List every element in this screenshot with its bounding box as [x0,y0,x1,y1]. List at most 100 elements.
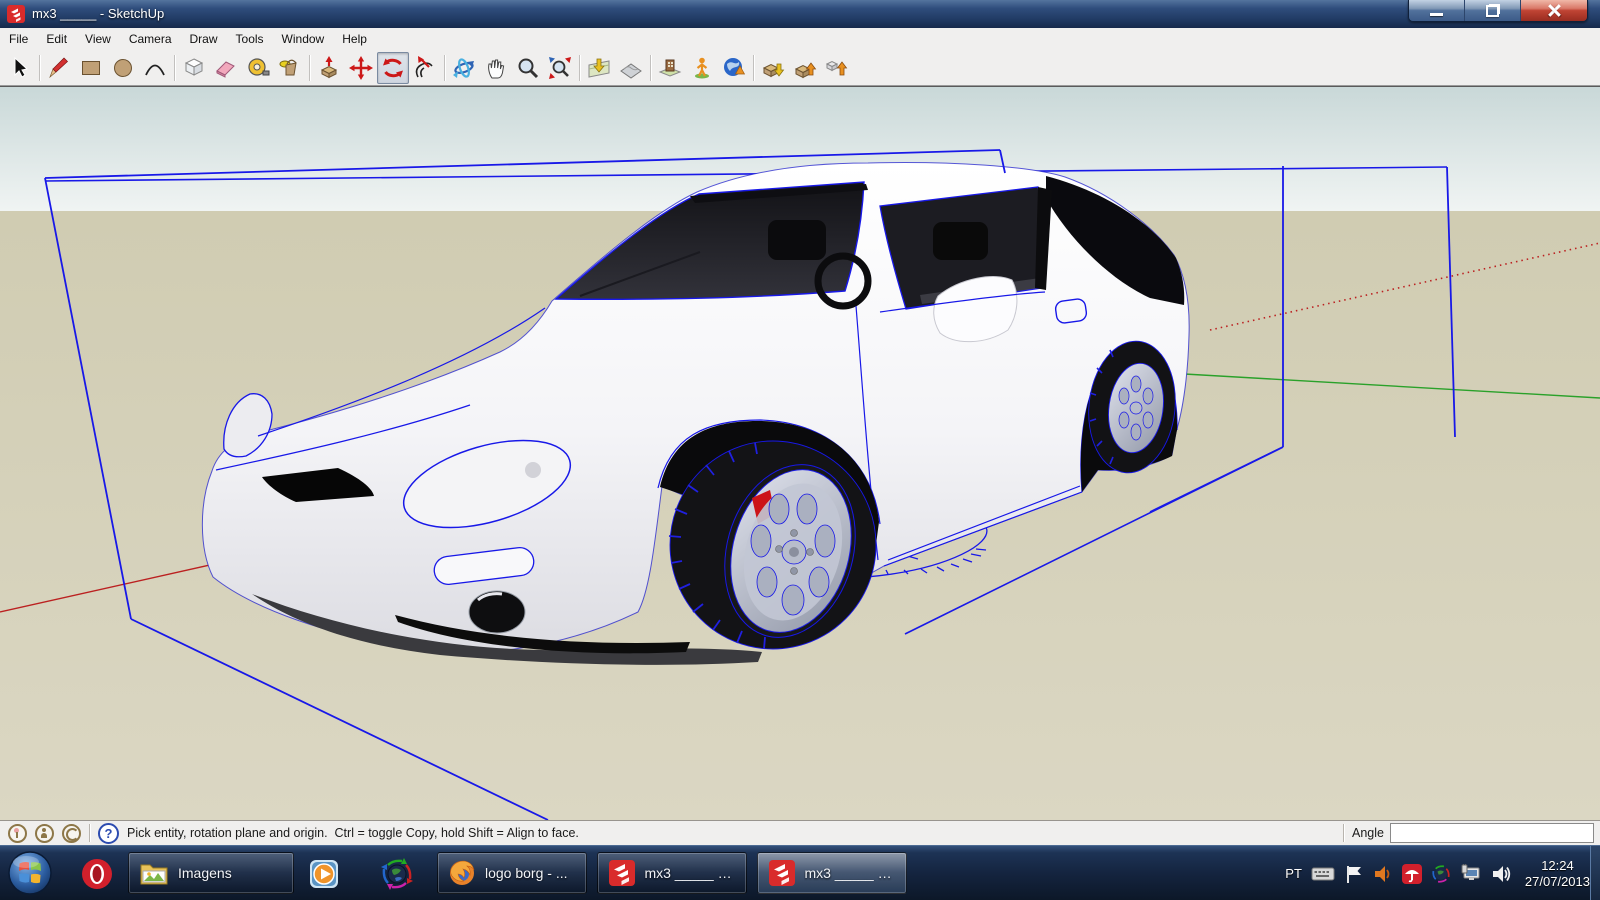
opera-icon [79,856,115,892]
keyboard-layout-icon[interactable] [1311,866,1335,882]
circle-tool-button[interactable] [107,52,139,84]
toggle-terrain-tool-button[interactable] [615,52,647,84]
volume-tray[interactable] [1491,864,1513,884]
network-icon [1460,864,1482,884]
share-model-icon [792,55,818,81]
tape-measure-tool-button[interactable] [242,52,274,84]
firefox-icon [448,859,476,887]
speaker-icon [1491,864,1513,884]
seat-headrest-left [768,220,826,260]
zoom-extents-tool-button[interactable] [544,52,576,84]
window-titlebar[interactable]: mx3 _____ - SketchUp [0,0,1600,29]
toolbar-separator [39,55,40,81]
rectangle-tool-button[interactable] [75,52,107,84]
credits-icon[interactable] [35,824,54,843]
menu-window[interactable]: Window [273,29,334,49]
flag-icon [1344,864,1364,884]
desktop: mx3 _____ - SketchUp File Edit View Came… [0,0,1600,900]
pan-tool-button[interactable] [480,52,512,84]
make-component-tool-button[interactable] [178,52,210,84]
menu-view[interactable]: View [76,29,120,49]
measurements-input[interactable] [1390,823,1594,843]
select-tool-button[interactable] [4,52,36,84]
move-tool-button[interactable] [345,52,377,84]
sketchup-icon [768,859,795,887]
keyboard-icon [1311,866,1335,882]
window-title: mx3 _____ - SketchUp [32,6,164,21]
media-player-launcher[interactable] [305,855,343,893]
opera-launcher[interactable] [78,855,116,893]
photo-textures-tool-button[interactable] [654,52,686,84]
action-center-tray[interactable] [1344,864,1364,884]
taskbar-button-sketchup-1[interactable]: mx3 _____ - ... [597,852,747,894]
position-camera-tool-button[interactable] [686,52,718,84]
sketchup-logo-icon [7,5,25,23]
taskbar-button-label: Imagens [178,865,232,881]
rotate-icon [380,55,406,81]
restore-button[interactable] [1465,0,1521,21]
audio-manager-tray[interactable] [1373,864,1393,884]
taskbar-button-label: mx3 _____ - ... [644,865,736,881]
paint-bucket-icon [277,55,303,81]
menu-tools[interactable]: Tools [227,29,273,49]
signin-icon[interactable] [62,824,81,843]
share-component-tool-button[interactable] [821,52,853,84]
push-pull-tool-button[interactable] [313,52,345,84]
zoom-extents-icon [547,55,573,81]
taskbar-button-label: logo borg - ... [485,865,568,881]
toolbar-separator [579,55,580,81]
sketchup-icon [608,859,635,887]
toolbar-separator [309,55,310,81]
rotate-tool-button[interactable] [377,52,409,84]
eraser-tool-button[interactable] [210,52,242,84]
follow-me-icon [412,55,438,81]
eraser-icon [213,55,239,81]
start-button[interactable] [6,849,54,897]
pan-hand-icon [483,55,509,81]
fog-light [469,591,525,633]
person-icon [689,55,715,81]
line-tool-button[interactable] [43,52,75,84]
clock[interactable]: 12:24 27/07/2013 [1525,858,1590,890]
taskbar-button-sketchup-2-active[interactable]: mx3 _____ - ... [757,852,907,894]
menu-file[interactable]: File [0,29,37,49]
menu-draw[interactable]: Draw [181,29,227,49]
zoom-tool-button[interactable] [512,52,544,84]
earth-arrows-icon [380,857,414,891]
paint-bucket-tool-button[interactable] [274,52,306,84]
menu-edit[interactable]: Edit [37,29,76,49]
get-models-tool-button[interactable] [757,52,789,84]
caption-buttons [1408,0,1588,22]
taskbar-button-label: mx3 _____ - ... [804,865,896,881]
follow-me-tool-button[interactable] [409,52,441,84]
network-tray[interactable] [1460,864,1482,884]
modeling-viewport[interactable] [0,86,1600,820]
menu-camera[interactable]: Camera [120,29,181,49]
taskbar-button-firefox[interactable]: logo borg - ... [437,852,587,894]
minimize-button[interactable] [1409,0,1465,21]
system-tray: PT 12:24 27/07/2 [1285,846,1590,900]
arc-tool-button[interactable] [139,52,171,84]
menu-help[interactable]: Help [333,29,376,49]
pencil-icon [46,55,72,81]
earth-app-tray[interactable] [1431,864,1451,884]
orbit-icon [451,55,477,81]
show-desktop-button[interactable] [1590,846,1600,900]
push-pull-icon [316,55,342,81]
windows-media-player-icon [308,858,340,890]
toolbar-separator [753,55,754,81]
google-earth-tool-button[interactable] [718,52,750,84]
earth-app-launcher[interactable] [378,855,416,893]
geolocation-icon[interactable] [8,824,27,843]
tape-measure-icon [245,55,271,81]
circle-icon [110,55,136,81]
statusbar-separator [89,824,90,842]
taskbar-button-imagens[interactable]: Imagens [128,852,294,894]
close-button[interactable] [1521,0,1587,21]
help-icon[interactable]: ? [98,823,119,844]
language-indicator[interactable]: PT [1285,866,1302,881]
orbit-tool-button[interactable] [448,52,480,84]
avira-antivirus-tray[interactable] [1402,864,1422,884]
add-location-tool-button[interactable] [583,52,615,84]
share-model-tool-button[interactable] [789,52,821,84]
